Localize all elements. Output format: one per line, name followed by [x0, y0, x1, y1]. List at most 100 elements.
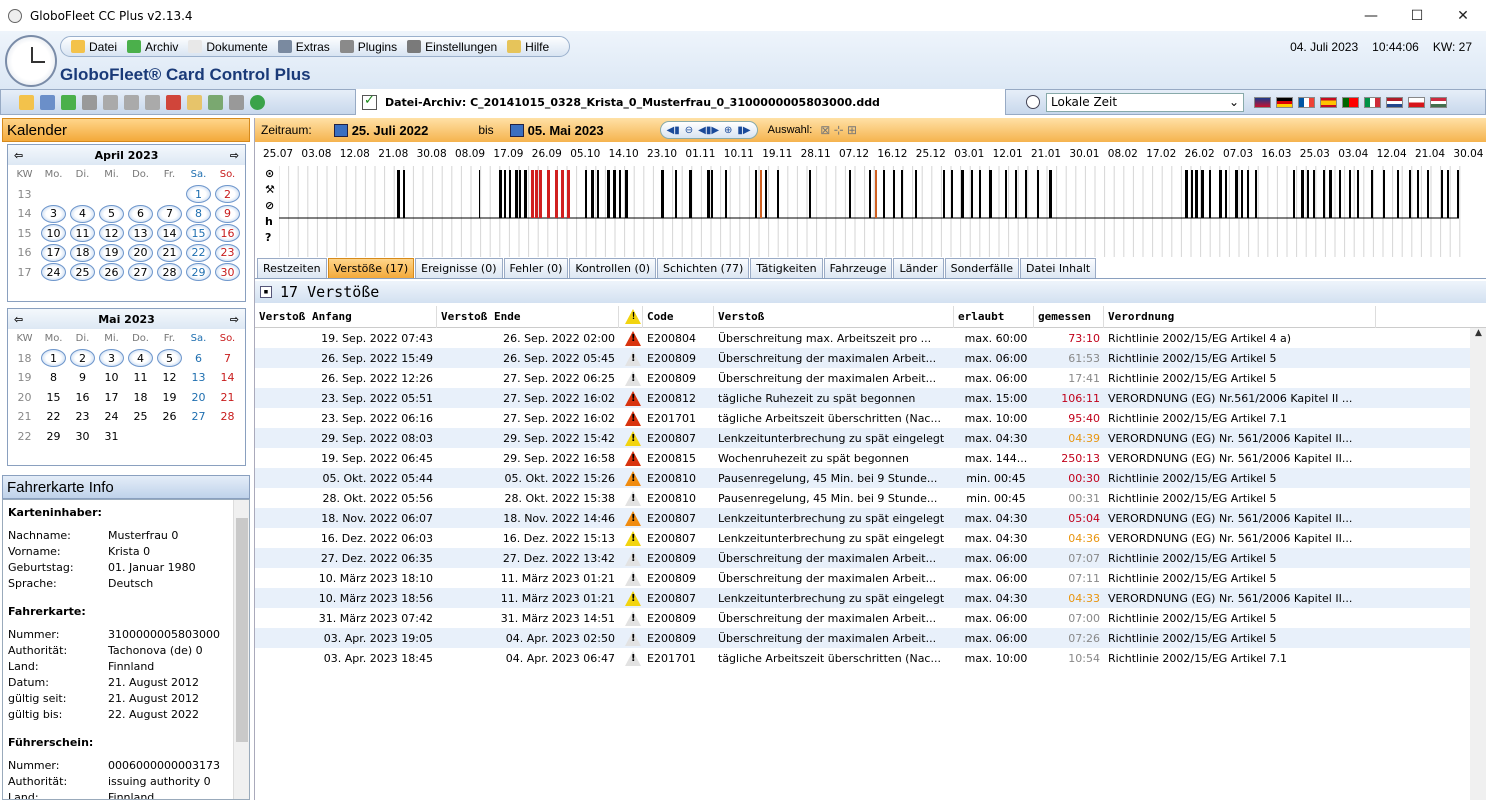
table-row[interactable]: 27. Dez. 2022 06:35 27. Dez. 2022 13:42 E2…	[255, 548, 1486, 568]
calendar-day[interactable]: 6	[126, 204, 155, 224]
calendar-day[interactable]: 5	[155, 349, 184, 369]
export-icon[interactable]	[82, 94, 97, 110]
column-header[interactable]	[619, 305, 643, 328]
delete-icon[interactable]	[124, 94, 139, 110]
calendar-day[interactable]: 23	[68, 407, 97, 427]
flag-it-icon[interactable]	[1364, 96, 1381, 108]
report-icon[interactable]	[208, 94, 223, 110]
calendar-day[interactable]: 25	[68, 263, 97, 283]
calendar-day[interactable]: 10	[39, 224, 68, 244]
table-row[interactable]: 03. Apr. 2023 19:05 04. Apr. 2023 02:50 E2…	[255, 628, 1486, 648]
timezone-select[interactable]: Lokale Zeit ⌄	[1046, 92, 1244, 112]
tab-tätigkeiten[interactable]: Tätigkeiten	[750, 258, 823, 278]
menu-datei[interactable]: Datei	[71, 40, 117, 54]
table-scrollbar[interactable]: ▲	[1470, 328, 1486, 800]
column-header[interactable]: gemessen	[1034, 305, 1104, 328]
calendar-day[interactable]: 2	[213, 185, 242, 205]
calendar-day[interactable]: 15	[184, 224, 213, 244]
tab-fehler[interactable]: Fehler (0)	[503, 258, 569, 278]
table-row[interactable]: 23. Sep. 2022 05:51 27. Sep. 2022 16:02 E2…	[255, 388, 1486, 408]
calendar-day[interactable]: 26	[97, 263, 126, 283]
mail-icon[interactable]	[187, 94, 202, 110]
table-row[interactable]: 26. Sep. 2022 15:49 26. Sep. 2022 05:45 E2…	[255, 348, 1486, 368]
tab-restzeiten[interactable]: Restzeiten	[257, 258, 327, 278]
table-row[interactable]: 03. Apr. 2023 18:45 04. Apr. 2023 06:47 E2…	[255, 648, 1486, 668]
calendar-day[interactable]: 26	[155, 407, 184, 427]
calendar-day[interactable]: 18	[68, 243, 97, 263]
calendar-day[interactable]: 19	[97, 243, 126, 263]
save-icon[interactable]	[40, 94, 55, 110]
flag-pt-icon[interactable]	[1342, 96, 1359, 108]
calendar-day[interactable]: 15	[39, 388, 68, 408]
calendar-day[interactable]: 27	[126, 263, 155, 283]
menu-plugins[interactable]: Plugins	[339, 40, 397, 54]
close-button[interactable]: ✕	[1440, 0, 1486, 31]
table-row[interactable]: 19. Sep. 2022 06:45 29. Sep. 2022 16:58 E2…	[255, 448, 1486, 468]
column-header[interactable]: Verordnung	[1104, 305, 1376, 328]
zoom-in-icon[interactable]: ⊕	[724, 125, 732, 136]
calendar-day[interactable]: 4	[126, 349, 155, 369]
next-icon[interactable]: ▮▶	[737, 125, 750, 136]
open-folder-icon[interactable]	[19, 94, 34, 110]
table-row[interactable]: 23. Sep. 2022 06:16 27. Sep. 2022 16:02 E2…	[255, 408, 1486, 428]
flag-fr-icon[interactable]	[1298, 96, 1315, 108]
prev-month-icon[interactable]: ⇦	[14, 313, 23, 326]
calendar-day[interactable]: 13	[126, 224, 155, 244]
calendar-day[interactable]: 14	[155, 224, 184, 244]
tab-länder[interactable]: Länder	[893, 258, 944, 278]
calendar-day[interactable]: 23	[213, 243, 242, 263]
calendar-day[interactable]: 3	[97, 349, 126, 369]
column-header[interactable]: Code	[643, 305, 714, 328]
scroll-up-icon[interactable]: ▲	[1470, 328, 1486, 338]
prev-icon[interactable]: ◀▮	[667, 125, 680, 136]
calendar-day[interactable]: 21	[213, 388, 242, 408]
calendar-day[interactable]: 30	[68, 427, 97, 447]
archive-checkbox[interactable]	[362, 93, 377, 110]
menu-hilfe[interactable]: Hilfe	[507, 40, 549, 54]
print-icon[interactable]	[229, 94, 244, 110]
calendar-day[interactable]: 25	[126, 407, 155, 427]
tab-ereignisse[interactable]: Ereignisse (0)	[415, 258, 503, 278]
maximize-button[interactable]: ☐	[1394, 0, 1440, 31]
selection-icons[interactable]: ⊠ ⊹ ⊞	[820, 123, 857, 137]
flag-uk-icon[interactable]	[1254, 96, 1271, 108]
calendar-day[interactable]: 7	[155, 204, 184, 224]
calendar-day[interactable]: 2	[68, 349, 97, 369]
calendar-day[interactable]: 21	[155, 243, 184, 263]
flag-nl-icon[interactable]	[1386, 96, 1403, 108]
calendar-day[interactable]: 28	[213, 407, 242, 427]
prev-month-icon[interactable]: ⇦	[14, 149, 23, 162]
calendar-day[interactable]: 3	[39, 204, 68, 224]
calendar-day[interactable]: 29	[184, 263, 213, 283]
calendar-day[interactable]: 6	[184, 349, 213, 369]
tab-schichten[interactable]: Schichten (77)	[657, 258, 750, 278]
calendar-day[interactable]: 9	[213, 204, 242, 224]
zoom-out-icon[interactable]: ⊖	[685, 125, 693, 136]
calendar-day[interactable]: 22	[184, 243, 213, 263]
table-row[interactable]: 26. Sep. 2022 12:26 27. Sep. 2022 06:25 E2…	[255, 368, 1486, 388]
calendar-day[interactable]: 9	[68, 368, 97, 388]
table-row[interactable]: 28. Okt. 2022 05:56 28. Okt. 2022 15:38 E2…	[255, 488, 1486, 508]
calendar-day[interactable]: 24	[97, 407, 126, 427]
period-from[interactable]: 25. Juli 2022	[352, 123, 429, 138]
calendar-day[interactable]: 24	[39, 263, 68, 283]
column-header[interactable]: Verstoß Ende	[437, 305, 619, 328]
calendar-icon[interactable]	[333, 123, 348, 137]
calendar-day[interactable]: 10	[97, 368, 126, 388]
calendar-day[interactable]: 17	[97, 388, 126, 408]
calendar-day[interactable]: 12	[155, 368, 184, 388]
calendar-icon[interactable]	[509, 123, 524, 137]
collapse-icon[interactable]: ▪	[260, 286, 272, 298]
table-row[interactable]: 31. März 2023 07:42 31. März 2023 14:51 E2…	[255, 608, 1486, 628]
flag-cz-icon[interactable]	[1408, 96, 1425, 108]
flag-hu-icon[interactable]	[1430, 96, 1447, 108]
column-header[interactable]: Verstoß	[714, 305, 954, 328]
calendar-day[interactable]: 16	[68, 388, 97, 408]
table-row[interactable]: 16. Dez. 2022 06:03 16. Dez. 2022 15:13 E2…	[255, 528, 1486, 548]
table-row[interactable]: 10. März 2023 18:10 11. März 2023 01:21 E2…	[255, 568, 1486, 588]
card-icon[interactable]	[145, 94, 160, 110]
calendar-day[interactable]: 27	[184, 407, 213, 427]
calendar-day[interactable]: 18	[126, 388, 155, 408]
calendar-day[interactable]: 22	[39, 407, 68, 427]
column-header[interactable]: Verstoß Anfang	[255, 305, 437, 328]
